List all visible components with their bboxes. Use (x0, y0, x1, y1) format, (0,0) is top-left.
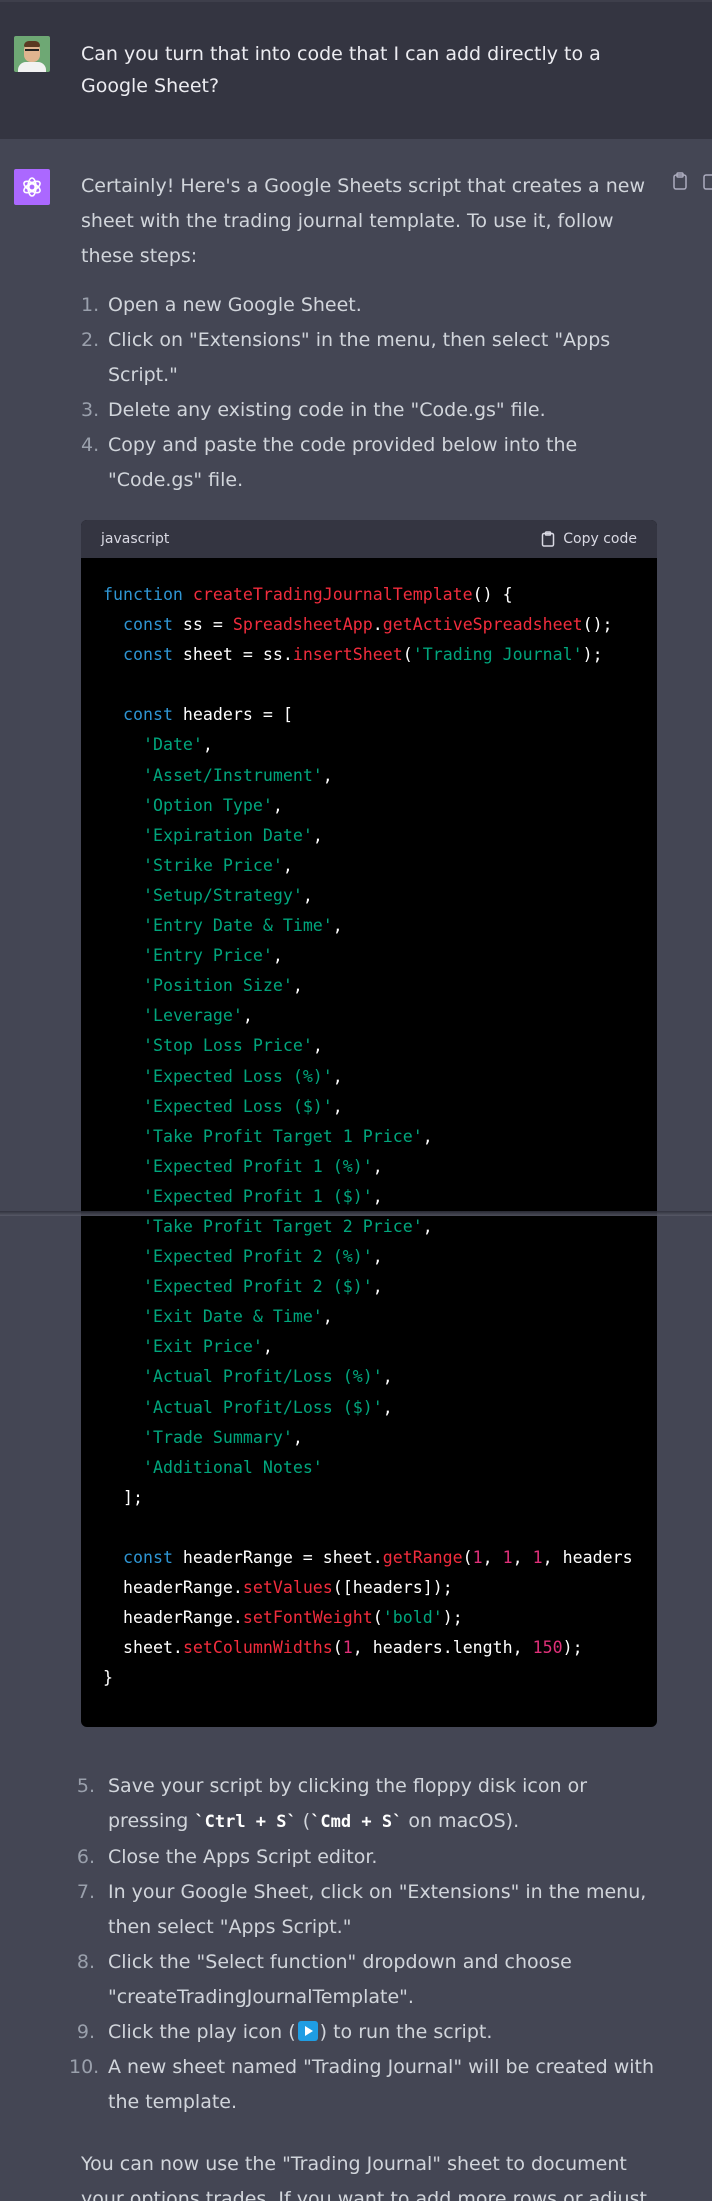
code-line: 'Trade Summary', (142, 1427, 303, 1447)
code-line: 'Entry Price', (142, 946, 283, 966)
user-avatar (14, 36, 50, 72)
code-line: headerRange.setValues([headers]); (103, 1578, 453, 1598)
screenshot-seam (0, 1211, 712, 1216)
user-message-block: Can you turn that into code that I can a… (0, 0, 712, 139)
code-line: 'Actual Profit/Loss ($)', (142, 1397, 393, 1417)
code-line: sheet.setColumnWidths(1, headers.length,… (103, 1638, 583, 1658)
list-item: 6. Close the Apps Script editor. (76, 1846, 378, 1869)
assistant-outro: You can now use the "Trading Journal" sh… (81, 2153, 647, 2201)
code-line: 'Actual Profit/Loss (%)', (142, 1367, 393, 1387)
play-icon (297, 2021, 318, 2042)
code-content: function createTradingJournalTemplate() … (81, 558, 657, 1727)
clipboard-icon (542, 531, 555, 547)
list-item: 4. Copy and paste the code provided below… (81, 434, 578, 491)
code-line: 'Setup/Strategy', (142, 885, 313, 905)
assistant-message-block: Certainly! Here's a Google Sheets script… (0, 139, 712, 2201)
code-line: 'Leverage', (142, 1006, 253, 1026)
code-line: 'Exit Date & Time', (142, 1307, 333, 1327)
code-block-header: javascript Copy code (81, 520, 657, 558)
list-item: 8. Click the "Select function" dropdown a… (76, 1951, 572, 2009)
code-line: 'Take Profit Target 2 Price', (142, 1216, 433, 1236)
list-item: 2. Click on "Extensions" in the menu, the… (81, 329, 611, 386)
code-line: 'Additional Notes' (142, 1457, 323, 1477)
chatgpt-logo-icon (14, 169, 50, 205)
code-line: 'Expected Loss ($)', (142, 1096, 343, 1116)
code-line: const sheet = ss.insertSheet('Trading Jo… (122, 645, 603, 665)
code-line: function createTradingJournalTemplate() … (103, 585, 513, 604)
code-line: 'Date', (142, 735, 213, 755)
code-line: 'Expected Profit 1 (%)', (142, 1156, 383, 1176)
code-line: 'Expiration Date', (142, 825, 323, 845)
steps-list-3: 6. Close the Apps Script editor. 7. In your… (76, 1840, 712, 2015)
code-line: 'Expected Profit 2 (%)', (142, 1247, 383, 1267)
list-item: 10. A new sheet named "Trading Journal" … (69, 2056, 655, 2114)
copy-code-label: Copy code (563, 531, 637, 547)
code-line: const headerRange = sheet.getRange(1, 1,… (122, 1548, 633, 1567)
code-line: 'Take Profit Target 1 Price', (142, 1126, 433, 1146)
list-item: 5. Save your script by clicking the flop… (76, 1775, 588, 1833)
list-item: 3. Delete any existing code in the "Code.… (81, 399, 546, 421)
code-line: headerRange.setFontWeight('bold'); (103, 1608, 463, 1628)
steps-list-2: 5. Save your script by clicking the flop… (76, 1769, 712, 1840)
code-line: 'Position Size', (142, 976, 303, 996)
code-line: const ss = SpreadsheetApp.getActiveSprea… (122, 615, 613, 635)
code-block: javascript Copy code function createTrad… (81, 520, 657, 1728)
code-line: 'Strike Price', (142, 855, 293, 875)
user-message-text: Can you turn that into code that I can a… (81, 43, 601, 97)
list-item: 7. In your Google Sheet, click on "Extens… (76, 1881, 647, 1939)
steps-list-4: 9. Click the play icon () to run the scr… (69, 2015, 712, 2120)
inline-code: `Cmd + S` (310, 1812, 403, 1833)
code-line: 'Stop Loss Price', (142, 1036, 323, 1056)
code-line: 'Expected Profit 1 ($)', (142, 1186, 383, 1206)
code-line: 'Asset/Instrument', (142, 765, 333, 785)
copy-code-button[interactable]: Copy code (541, 531, 637, 547)
copy-message-icon[interactable] (672, 172, 688, 190)
inline-code: `Ctrl + S` (194, 1812, 297, 1833)
list-item: 1. Open a new Google Sheet. (81, 294, 362, 316)
code-line: const headers = [ (122, 705, 293, 725)
code-line: 'Exit Price', (142, 1337, 273, 1357)
code-line: 'Expected Profit 2 ($)', (142, 1277, 383, 1297)
code-line: 'Option Type', (142, 795, 283, 815)
steps-list-1: 1. Open a new Google Sheet. 2. Click on "Ex… (81, 288, 712, 498)
copy-message-icon-secondary[interactable] (702, 172, 712, 190)
code-language-label: javascript (101, 531, 170, 547)
code-line: ]; (103, 1487, 143, 1507)
assistant-intro: Certainly! Here's a Google Sheets script… (81, 175, 645, 267)
code-line: } (103, 1668, 113, 1688)
code-line: 'Entry Date & Time', (142, 916, 343, 936)
list-item: 9. Click the play icon () to run the scr… (76, 2021, 493, 2044)
code-line: 'Expected Loss (%)', (142, 1066, 343, 1086)
